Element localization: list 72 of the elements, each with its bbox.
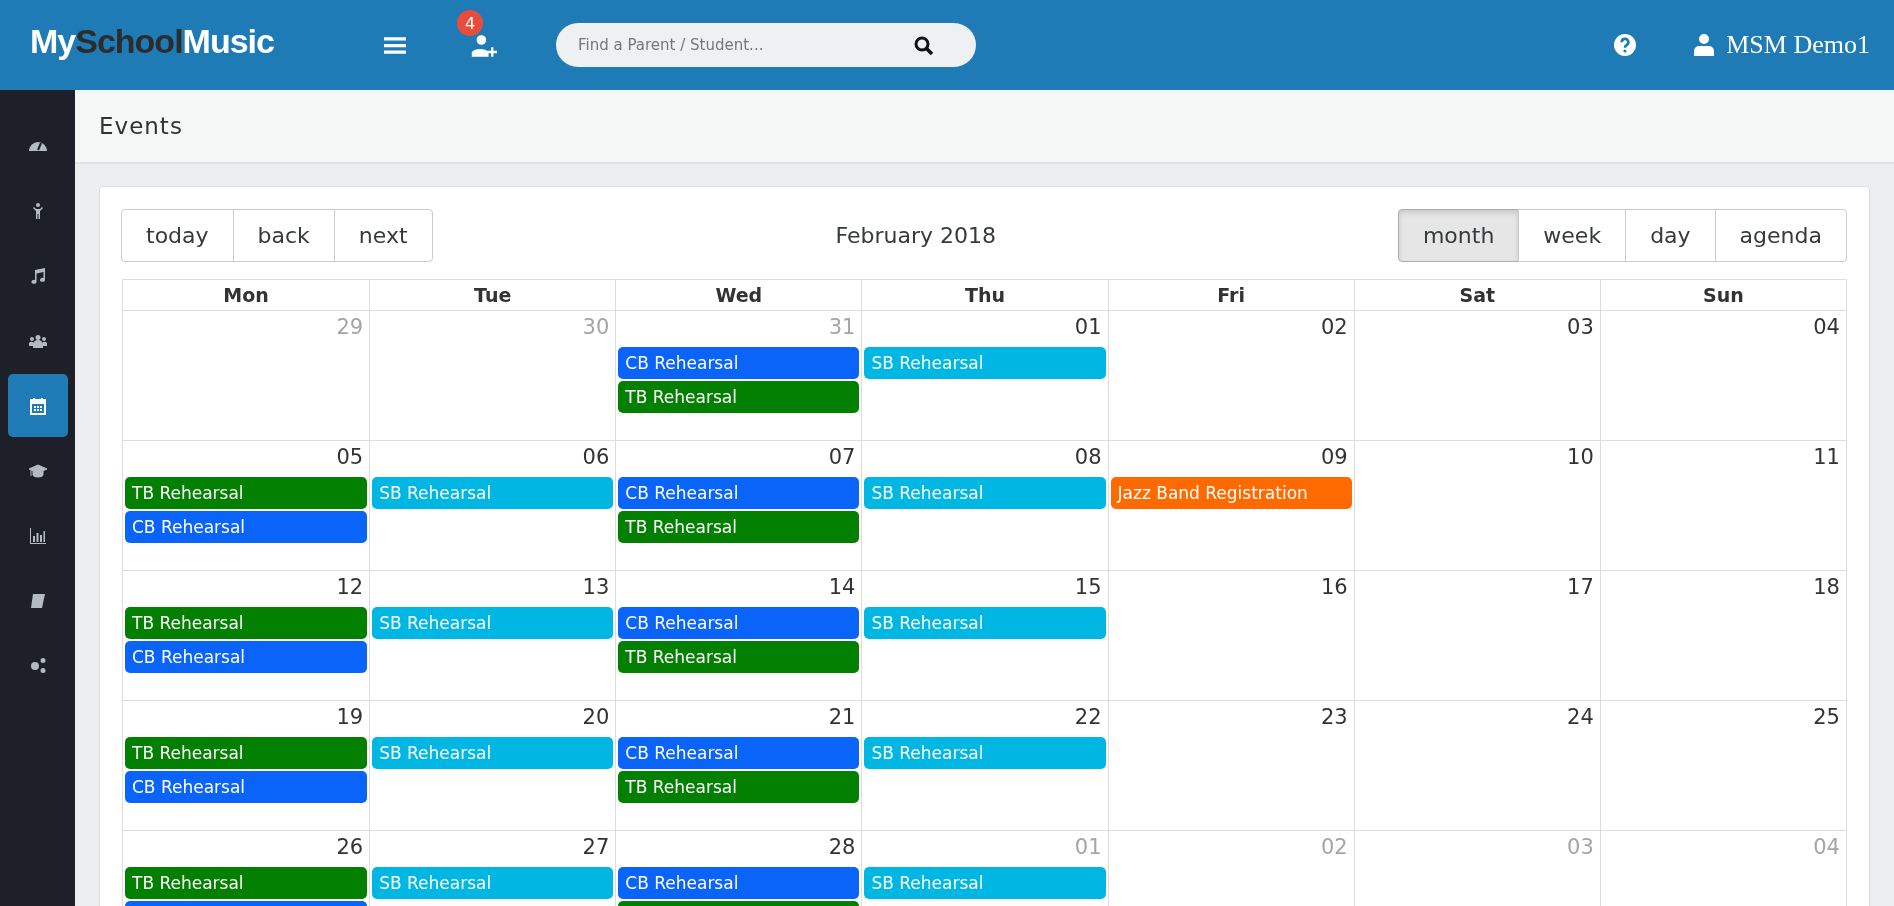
- view-button[interactable]: agenda: [1714, 209, 1847, 262]
- weekday-header: Fri: [1107, 280, 1354, 311]
- sidebar-item[interactable]: [7, 374, 68, 437]
- date-number[interactable]: 09: [1316, 441, 1352, 475]
- date-number[interactable]: 23: [1316, 701, 1352, 735]
- menu-icon[interactable]: [384, 36, 406, 54]
- event[interactable]: TB Rehearsal: [618, 381, 860, 413]
- weekday-header: Tue: [369, 280, 616, 311]
- weekday-header: Wed: [615, 280, 862, 311]
- nav-button[interactable]: back: [232, 209, 335, 262]
- date-number[interactable]: 12: [332, 571, 368, 605]
- search-icon[interactable]: [914, 36, 934, 56]
- date-number[interactable]: 17: [1563, 571, 1598, 605]
- date-number[interactable]: 21: [824, 701, 860, 735]
- help-icon[interactable]: [1614, 34, 1637, 56]
- event[interactable]: TB Rehearsal: [125, 477, 368, 509]
- chart-icon: [27, 525, 48, 546]
- weekday-header: Sun: [1599, 280, 1846, 311]
- weekday-header: Mon: [123, 280, 370, 311]
- date-number[interactable]: 04: [1809, 311, 1844, 345]
- date-number[interactable]: 07: [824, 441, 860, 475]
- date-number[interactable]: 06: [578, 441, 614, 475]
- add-user-icon[interactable]: [470, 34, 500, 58]
- page-title: Events: [99, 113, 183, 139]
- logo[interactable]: MySchoolMusic: [30, 21, 384, 61]
- event[interactable]: CB Rehearsal: [618, 737, 860, 769]
- event[interactable]: CB Rehearsal: [618, 607, 860, 639]
- date-number[interactable]: 11: [1809, 441, 1844, 475]
- date-number[interactable]: 13: [578, 571, 614, 605]
- date-number[interactable]: 02: [1316, 311, 1352, 345]
- user-name[interactable]: MSM Demo1: [1726, 30, 1870, 60]
- date-number[interactable]: 24: [1563, 701, 1598, 735]
- event[interactable]: TB Rehearsal: [618, 641, 860, 673]
- date-number[interactable]: 19: [332, 701, 368, 735]
- event[interactable]: TB Rehearsal: [125, 737, 368, 769]
- date-number[interactable]: 08: [1070, 441, 1106, 475]
- month-label: February 2018: [835, 223, 996, 248]
- event[interactable]: CB Rehearsal: [618, 867, 860, 899]
- event[interactable]: TB Rehearsal: [125, 867, 368, 899]
- event[interactable]: TB Rehearsal: [618, 511, 860, 543]
- date-number[interactable]: 03: [1563, 311, 1598, 345]
- weekday-header: Sat: [1353, 280, 1600, 311]
- date-number[interactable]: 25: [1809, 701, 1844, 735]
- event[interactable]: CB Rehearsal: [618, 477, 860, 509]
- date-number[interactable]: 01: [1070, 311, 1106, 345]
- user-icon[interactable]: [1694, 34, 1715, 56]
- date-number[interactable]: 05: [332, 441, 368, 475]
- date-number[interactable]: 15: [1070, 571, 1106, 605]
- calendar-icon: [27, 395, 48, 416]
- date-number[interactable]: 10: [1563, 441, 1598, 475]
- view-button[interactable]: week: [1518, 209, 1627, 262]
- weekday-header: Thu: [861, 280, 1108, 311]
- event[interactable]: CB Rehearsal: [125, 511, 368, 543]
- view-button[interactable]: day: [1625, 209, 1716, 262]
- date-number[interactable]: 27: [578, 831, 614, 865]
- date-number[interactable]: 14: [824, 571, 860, 605]
- nav-button[interactable]: today: [121, 209, 234, 262]
- notification-badge: 4: [457, 10, 483, 36]
- event[interactable]: CB Rehearsal: [618, 347, 860, 379]
- date-number[interactable]: 28: [824, 831, 860, 865]
- date-number[interactable]: 16: [1316, 571, 1352, 605]
- date-number[interactable]: 22: [1070, 701, 1106, 735]
- date-number[interactable]: 20: [578, 701, 614, 735]
- date-number[interactable]: 18: [1809, 571, 1844, 605]
- nav-button[interactable]: next: [333, 209, 433, 262]
- event[interactable]: CB Rehearsal: [125, 641, 368, 673]
- view-button[interactable]: month: [1397, 209, 1520, 262]
- date-number[interactable]: 26: [332, 831, 368, 865]
- event[interactable]: CB Rehearsal: [125, 771, 368, 803]
- event[interactable]: TB Rehearsal: [125, 607, 368, 639]
- search-field[interactable]: Find a Parent / Student...: [556, 23, 976, 67]
- event[interactable]: TB Rehearsal: [618, 771, 860, 803]
